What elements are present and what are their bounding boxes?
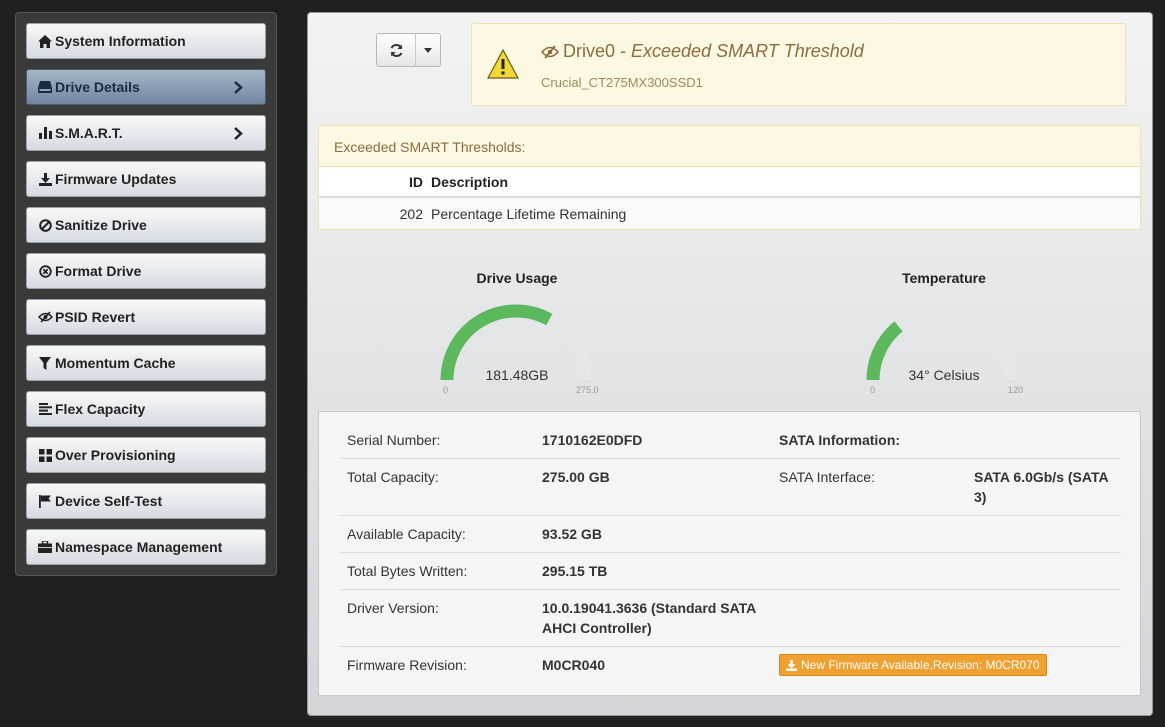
alert-separator: - (615, 41, 632, 61)
cell-description: Percentage Lifetime Remaining (431, 205, 627, 222)
table-row: 202 Percentage Lifetime Remaining (319, 198, 1140, 229)
value-serial-number: 1710162E0DFD (542, 432, 643, 448)
eye-slash-icon (35, 311, 55, 323)
nav-label: System Information (55, 33, 186, 49)
smart-thresholds-panel: Exceeded SMART Thresholds: ID Descriptio… (318, 125, 1141, 230)
gauge-max-usage: 275.0 (576, 385, 599, 395)
drive-icon (35, 81, 55, 93)
cell-id: 202 (399, 205, 423, 222)
smart-thresholds-heading: Exceeded SMART Thresholds: (319, 126, 1140, 167)
bar-chart-icon (35, 127, 55, 139)
chevron-right-icon (234, 80, 243, 94)
alert-title: Drive0 - Exceeded SMART Threshold (541, 41, 864, 62)
nav-firmware-updates[interactable]: Firmware Updates (26, 161, 266, 197)
align-left-icon (35, 403, 55, 415)
nav-flex-capacity[interactable]: Flex Capacity (26, 391, 266, 427)
eye-slash-icon (541, 45, 559, 59)
label-serial-number: Serial Number: (347, 432, 441, 448)
smart-alert: Drive0 - Exceeded SMART Threshold Crucia… (471, 23, 1126, 106)
value-driver-version: 10.0.19041.3636 (Standard SATA AHCI Cont… (542, 600, 756, 636)
column-header-id: ID (409, 173, 423, 190)
column-header-description: Description (431, 173, 509, 190)
nav-label: Firmware Updates (55, 171, 177, 187)
label-total-bytes-written: Total Bytes Written: (347, 563, 468, 579)
info-row: Firmware Revision: M0CR040 New Firmware … (339, 647, 1121, 687)
main-panel: Drive0 - Exceeded SMART Threshold Crucia… (307, 12, 1153, 716)
alert-drive-name: Drive0 (563, 41, 616, 61)
label-sata-interface: SATA Interface: (779, 469, 875, 485)
nav-smart[interactable]: S.M.A.R.T. (26, 115, 266, 151)
info-row: Serial Number: 1710162E0DFD SATA Informa… (339, 422, 1121, 459)
nav-label: Over Provisioning (55, 447, 176, 463)
nav-namespace-management[interactable]: Namespace Management (26, 529, 266, 565)
value-total-capacity: 275.00 GB (542, 469, 610, 485)
drive-model: Crucial_CT275MX300SSD1 (541, 75, 703, 90)
info-row: Total Bytes Written: 295.15 TB (339, 553, 1121, 590)
gauge-title-usage: Drive Usage (476, 270, 558, 286)
gauge-max-temperature: 120 (1008, 385, 1024, 395)
new-firmware-button[interactable]: New Firmware Available,Revision: M0CR070 (779, 654, 1047, 676)
gauge-min-temperature: 0 (870, 385, 876, 395)
gauge-min-usage: 0 (443, 385, 449, 395)
nav-system-information[interactable]: System Information (26, 23, 266, 59)
nav-label: Drive Details (55, 79, 140, 95)
filter-icon (35, 356, 55, 370)
value-total-bytes-written: 295.15 TB (542, 563, 608, 579)
refresh-options-dropdown[interactable] (416, 34, 440, 66)
chevron-right-icon (234, 126, 243, 140)
download-icon (35, 172, 55, 186)
nav-label: Momentum Cache (55, 355, 176, 371)
info-row: Total Capacity: 275.00 GB SATA Interface… (339, 459, 1121, 516)
flag-icon (35, 494, 55, 508)
nav-device-self-test[interactable]: Device Self-Test (26, 483, 266, 519)
label-driver-version: Driver Version: (347, 600, 439, 616)
caret-down-icon (424, 47, 432, 53)
gauge-value-usage: 181.48GB (485, 367, 549, 383)
alert-message: Exceeded SMART Threshold (631, 41, 864, 61)
value-firmware-revision: M0CR040 (542, 657, 606, 673)
info-row: Driver Version: 10.0.19041.3636 (Standar… (339, 590, 1121, 647)
nav-over-provisioning[interactable]: Over Provisioning (26, 437, 266, 473)
nav-label: Flex Capacity (55, 401, 146, 417)
refresh-button-group (376, 33, 441, 67)
value-available-capacity: 93.52 GB (542, 526, 602, 542)
nav-momentum-cache[interactable]: Momentum Cache (26, 345, 266, 381)
info-row: Available Capacity: 93.52 GB (339, 516, 1121, 553)
new-firmware-label: New Firmware Available,Revision: M0CR070 (801, 658, 1040, 672)
table-header-row: ID Description (319, 167, 1140, 198)
circle-x-icon (35, 264, 55, 278)
nav-label: Sanitize Drive (55, 217, 147, 233)
label-available-capacity: Available Capacity: (347, 526, 466, 542)
nav-format-drive[interactable]: Format Drive (26, 253, 266, 289)
label-total-capacity: Total Capacity: (347, 469, 439, 485)
nav-label: Format Drive (55, 263, 142, 279)
nav-label: Namespace Management (55, 539, 223, 555)
briefcase-icon (35, 541, 55, 553)
refresh-button[interactable] (377, 34, 416, 66)
gauge-title-temperature: Temperature (902, 270, 986, 286)
label-sata-information: SATA Information: (779, 432, 901, 448)
label-firmware-revision: Firmware Revision: (347, 657, 467, 673)
grid-icon (35, 448, 55, 462)
download-icon (786, 659, 797, 671)
nav-psid-revert[interactable]: PSID Revert (26, 299, 266, 335)
value-sata-interface: SATA 6.0Gb/s (SATA 3) (974, 469, 1109, 505)
sidebar: System Information Drive Details S.M.A.R… (15, 12, 277, 576)
drive-info-panel: Serial Number: 1710162E0DFD SATA Informa… (318, 411, 1141, 696)
gauge-value-temperature: 34° Celsius (908, 367, 980, 383)
home-icon (35, 34, 55, 48)
refresh-icon (389, 43, 404, 58)
nav-drive-details[interactable]: Drive Details (26, 69, 266, 105)
nav-sanitize-drive[interactable]: Sanitize Drive (26, 207, 266, 243)
ban-icon (35, 218, 55, 232)
nav-label: Device Self-Test (55, 493, 163, 509)
warning-icon (487, 49, 519, 79)
nav-label: PSID Revert (55, 309, 136, 325)
nav-label: S.M.A.R.T. (55, 125, 123, 141)
